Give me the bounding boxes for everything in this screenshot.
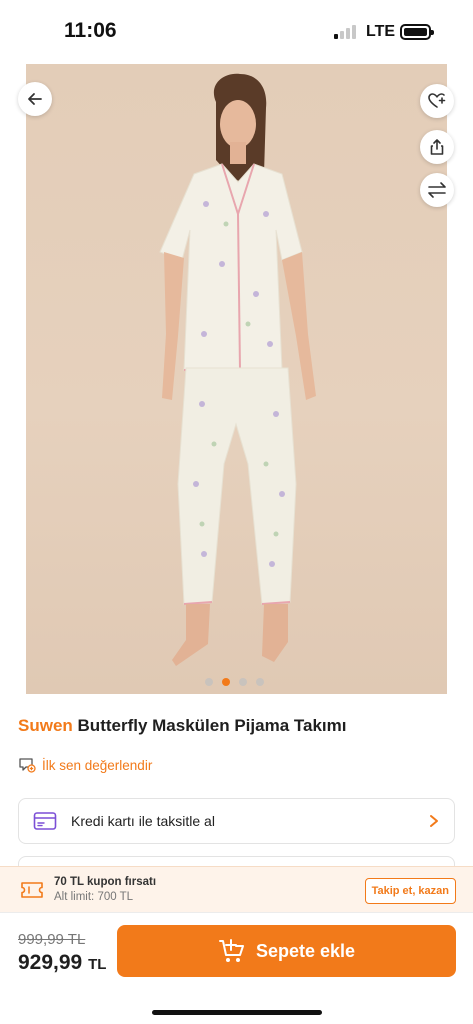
signal-icon	[334, 25, 358, 39]
current-price-value: 929,99	[18, 951, 83, 974]
review-icon	[19, 758, 36, 773]
gallery-dot-active[interactable]	[222, 678, 230, 686]
gallery-dot[interactable]	[256, 678, 264, 686]
follow-and-win-button[interactable]: Takip et, kazan	[364, 878, 456, 904]
coupon-limit: Alt limit: 700 TL	[54, 891, 134, 903]
installment-label: Kredi kartı ile taksitle al	[71, 813, 215, 829]
back-arrow-icon	[28, 93, 42, 105]
cart-plus-icon	[218, 939, 244, 962]
compare-arrows-icon	[428, 182, 446, 198]
current-price-currency: TL	[88, 956, 107, 973]
gallery-dot[interactable]	[239, 678, 247, 686]
chevron-right-icon	[430, 815, 438, 827]
share-icon	[430, 139, 444, 155]
product-name: Butterfly Maskülen Pijama Takımı	[77, 716, 347, 735]
back-button[interactable]	[18, 82, 52, 116]
share-button[interactable]	[420, 130, 454, 164]
review-link-label: İlk sen değerlendir	[42, 757, 153, 773]
product-image[interactable]	[26, 64, 447, 694]
gallery-dot[interactable]	[205, 678, 213, 686]
battery-icon	[400, 24, 434, 40]
home-indicator	[152, 1010, 322, 1015]
add-to-cart-button[interactable]: Sepete ekle	[117, 925, 456, 977]
coupon-title: 70 TL kupon fırsatı	[54, 876, 157, 888]
current-price: 929,99 TL	[18, 951, 106, 975]
network-label: LTE	[366, 23, 396, 40]
status-time: 11:06	[64, 19, 117, 42]
compare-button[interactable]	[420, 173, 454, 207]
card-icon	[33, 812, 57, 830]
coupon-bar: 70 TL kupon fırsatı Alt limit: 700 TL Ta…	[0, 866, 473, 912]
gallery-dots	[205, 678, 264, 686]
add-to-cart-label: Sepete ekle	[255, 940, 356, 961]
installment-card[interactable]: Kredi kartı ile taksitle al	[18, 798, 455, 844]
favorite-button[interactable]	[420, 84, 454, 118]
coupon-icon	[21, 881, 43, 898]
brand-link[interactable]: Suwen	[18, 716, 73, 735]
review-link[interactable]: İlk sen değerlendir	[18, 756, 152, 774]
product-photo	[159, 73, 316, 666]
bottom-bar: 999,99 TL 929,99 TL Sepete ekle	[0, 912, 473, 1024]
old-price: 999,99 TL	[18, 931, 86, 948]
product-title: Suwen Butterfly Maskülen Pijama Takımı	[18, 716, 346, 736]
status-bar: 11:06 LTE	[0, 0, 473, 60]
heart-icon	[428, 93, 446, 108]
